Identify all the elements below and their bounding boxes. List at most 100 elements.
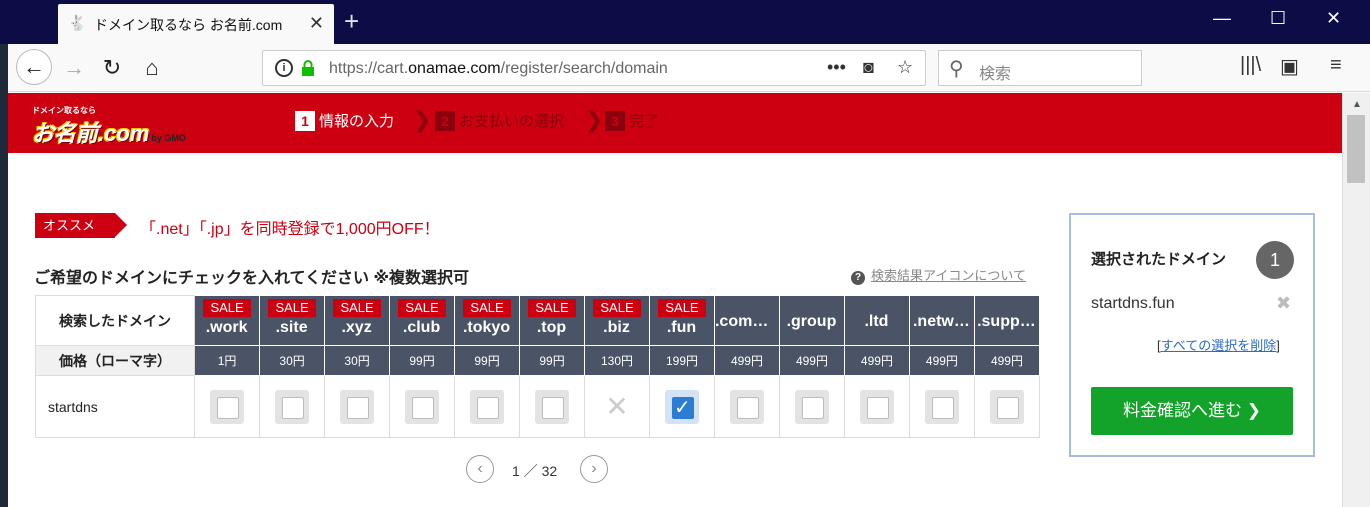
tld-price: 499円 [713,345,780,376]
searched-domain-name: startdns [34,375,196,438]
step-number: 2 [435,111,455,131]
tld-name: .club [402,319,441,336]
window-close-icon[interactable]: ✕ [1326,8,1341,29]
tld-price: 130円 [584,345,650,376]
domain-checkbox[interactable] [989,389,1024,424]
tld-name: .group [786,313,837,330]
domain-checkbox-cell [843,375,910,438]
forward-button[interactable]: → [58,52,90,84]
icon-help-link[interactable]: ? 検索結果アイコンについて [851,265,1026,285]
domain-checkbox[interactable] [729,389,764,424]
scroll-thumb[interactable] [1347,115,1365,183]
library-icon[interactable]: |||\ [1240,54,1261,77]
pocket-icon[interactable]: ◙ [863,57,874,78]
search-placeholder: 検索 [979,66,1012,83]
step-label: 完了 [629,113,660,130]
logo-gmo: by GMO [151,133,186,143]
tld-name: .fun [666,319,697,336]
tld-header: SALE .site [259,295,326,346]
back-button[interactable]: ← [16,49,52,85]
sale-badge: SALE [658,299,706,317]
logo-text: お名前.com [32,121,150,146]
url-bar[interactable]: i https://cart.onamae.com/register/searc… [262,50,926,86]
favicon-icon: 🐇 [68,15,87,32]
menu-icon[interactable]: ≡ [1330,54,1342,77]
step-arrow-icon: ❯ [413,107,432,132]
domain-checkbox-cell [389,375,456,438]
sidebar-icon[interactable]: ▣ [1280,54,1299,79]
domain-checkbox[interactable] [405,389,440,424]
domain-checkbox-cell [778,375,845,438]
domain-checkbox[interactable] [924,389,959,424]
reload-button[interactable]: ↻ [96,52,128,84]
price-header: 価格（ローマ字） [34,345,196,376]
step-label: 情報の入力 [319,113,395,130]
info-icon[interactable]: i [275,59,293,77]
tld-name: .tokyo [462,319,511,336]
search-bar[interactable]: ⚲ 検索 [938,50,1142,86]
tld-header: .netw… [908,295,975,346]
tld-price: 499円 [778,345,845,376]
domain-checkbox[interactable] [275,389,310,424]
domain-checkbox[interactable]: ✓ [664,389,699,424]
bookmark-star-icon[interactable]: ☆ [897,57,913,78]
search-icon: ⚲ [949,58,964,80]
maximize-icon[interactable]: ☐ [1270,8,1286,29]
proceed-button[interactable]: 料金確認へ進む ❯ [1091,387,1293,435]
domain-checkbox[interactable] [340,389,375,424]
tld-price: 499円 [973,345,1041,376]
step-3: 3 完了 [605,110,659,131]
lock-icon [302,60,314,76]
site-logo[interactable]: ドメイン取るなら お名前.com by GMO [32,105,186,148]
next-page-button[interactable]: › [580,455,608,483]
browser-tab[interactable]: 🐇 ドメイン取るなら お名前.com ✕ [58,4,334,44]
domain-checkbox[interactable] [859,389,894,424]
tld-header: SALE .club [389,295,456,346]
close-tab-icon[interactable]: ✕ [309,13,324,34]
domain-checkbox[interactable] [210,389,245,424]
tld-header: .supp… [973,295,1041,346]
selected-domain-item: startdns.fun [1091,295,1175,312]
tld-header: SALE .tokyo [454,295,521,346]
tld-name: .work [205,319,248,336]
tld-header: .comp… [713,295,780,346]
scroll-up-icon[interactable]: ▲ [1352,99,1362,110]
sale-badge: SALE [333,299,381,317]
tld-price: 99円 [454,345,521,376]
url-text: https://cart.onamae.com/register/search/… [329,60,668,77]
minimize-icon[interactable]: — [1213,8,1231,29]
tld-name: .comp… [714,313,778,330]
background-strip [0,44,8,507]
tld-name: .top [536,319,567,336]
tld-price: 30円 [259,345,326,376]
sale-badge: SALE [268,299,316,317]
domain-checkbox-cell [908,375,975,438]
tld-header: .ltd [843,295,910,346]
tld-price: 30円 [324,345,391,376]
tld-header: SALE .xyz [324,295,391,346]
domain-checkbox[interactable] [535,389,570,424]
domain-checkbox[interactable] [794,389,829,424]
selected-count-badge: 1 [1256,241,1294,279]
tld-header: SALE .biz [584,295,650,346]
domain-checkbox-cell [324,375,391,438]
logo-tagline: ドメイン取るなら [32,106,96,115]
sale-badge: SALE [203,299,251,317]
clear-all-link[interactable]: [すべての選択を削除] [1157,335,1280,354]
remove-domain-icon[interactable]: ✖ [1276,293,1291,314]
section-title: ご希望のドメインにチェックを入れてください ※複数選択可 [34,270,470,287]
home-button[interactable]: ⌂ [136,52,168,84]
tld-name: .supp… [977,313,1036,330]
domain-checkbox[interactable] [470,389,505,424]
step-arrow-icon: ❯ [585,107,604,132]
clear-all-text[interactable]: すべての選択を削除 [1161,338,1277,353]
page-actions-icon[interactable]: ••• [827,57,846,78]
tld-name: .biz [603,319,630,336]
prev-page-button[interactable]: ‹ [466,455,494,483]
scrollbar[interactable]: ▲ [1342,93,1370,507]
domain-checkbox-cell: ✓ [649,375,715,438]
new-tab-icon[interactable]: + [344,8,359,34]
tld-price: 1円 [194,345,261,376]
searched-domain-header: 検索したドメイン [34,295,196,346]
help-link-text[interactable]: 検索結果アイコンについて [871,268,1026,283]
